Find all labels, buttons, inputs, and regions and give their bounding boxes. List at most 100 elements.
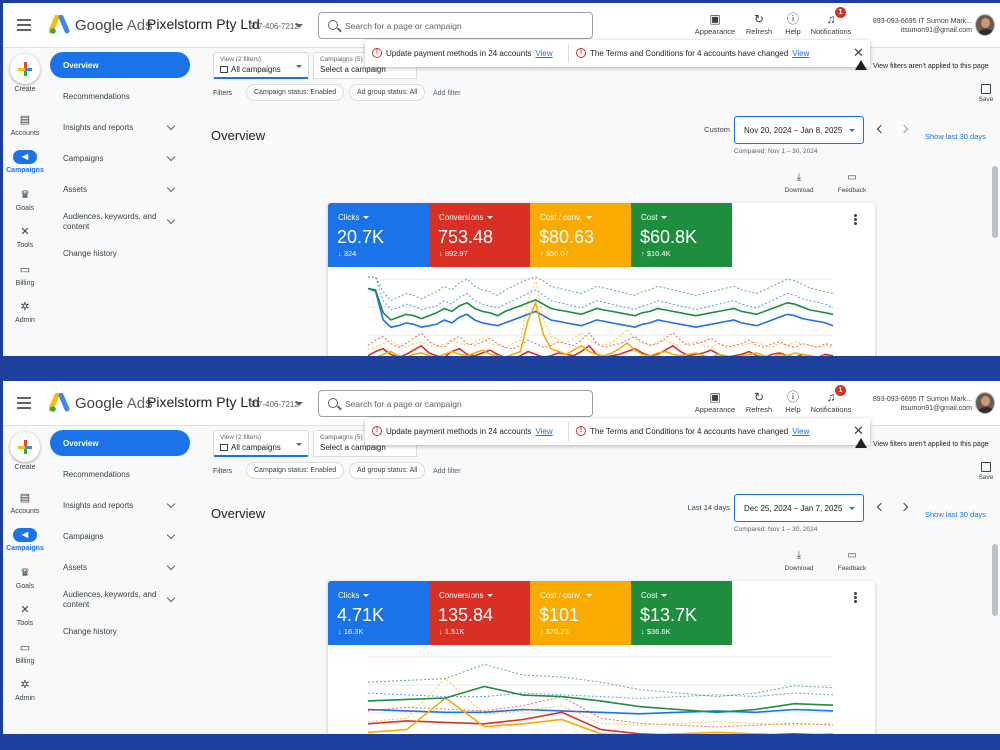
nav-item-assets[interactable]: Assets [50,554,190,580]
avatar[interactable] [975,392,995,414]
rail-item-accounts[interactable]: ▤ Accounts [3,113,47,137]
metric-tile-cost[interactable]: Cost $60.8K ↑ $10.4K [631,203,732,267]
rail-item-campaigns[interactable]: ◄ Campaigns [3,528,47,552]
date-range-picker[interactable]: Nov 20, 2024 – Jan 8, 2025 [734,116,864,144]
account-id[interactable]: 507-406-7212 [249,400,299,409]
save-button[interactable]: Save [976,84,996,103]
appearance-icon: ▣ [709,12,721,26]
download-button[interactable]: ⤓ Download [779,172,819,194]
view-filter-dropdown[interactable]: View (2 filters) All campaigns [213,430,309,457]
rail-item-tools[interactable]: ✕ Tools [3,225,47,249]
nav-item-insights[interactable]: Insights and reports [50,114,190,140]
menu-icon[interactable] [17,19,31,31]
nav-item-change-history[interactable]: Change history [50,240,190,266]
scrollbar[interactable] [992,166,998,238]
series-line-conversions [367,711,821,734]
account-chevron-down-icon[interactable] [295,24,303,28]
rail-item-billing[interactable]: ▭ Billing [3,641,47,665]
account-name[interactable]: Pixelstorm Pty Ltd [147,394,260,410]
view-payment-link[interactable]: View [535,49,552,58]
metric-tile-clicks[interactable]: Clicks 20.7K ↓ 324 [328,203,429,267]
chevron-down-icon [166,530,176,540]
close-icon[interactable]: ✕ [853,424,864,437]
more-options-icon[interactable] [854,218,857,221]
filter-chip-ad-group-status[interactable]: Ad group status: All [349,84,426,101]
nav-item-audiences[interactable]: Audiences, keywords, and content [50,208,190,236]
main-content: View (2 filters) All campaigns Campaigns… [203,418,1000,734]
save-button[interactable]: Save [976,462,996,481]
show-last-30-days-link[interactable]: Show last 30 days [925,510,986,519]
filter-chip-campaign-status[interactable]: Campaign status: Enabled [246,84,345,101]
show-last-30-days-link[interactable]: Show last 30 days [925,132,986,141]
chevron-down-icon [166,593,176,603]
user-info[interactable]: 893-093-6695 IT Sumon Mark... itsumon91@… [858,395,972,413]
metric-tile-conversions[interactable]: Conversions 753.48 ↓ 892.97 [429,203,530,267]
view-payment-link[interactable]: View [535,427,552,436]
rail-item-campaigns[interactable]: ◄ Campaigns [3,150,47,174]
nav-item-insights[interactable]: Insights and reports [50,492,190,518]
rail-item-goals[interactable]: ♛ Goals [3,188,47,212]
metric-tile-clicks[interactable]: Clicks 4.71K ↓ 16.3K [328,581,429,645]
next-period-icon[interactable] [899,502,909,512]
search-input[interactable]: Search for a page or campaign [318,12,593,39]
feedback-icon: ▭ [847,172,857,183]
rail-item-billing[interactable]: ▭ Billing [3,263,47,287]
next-period-icon[interactable] [899,124,909,134]
date-range-label: Custom [704,125,730,134]
create-button[interactable] [10,54,40,84]
previous-period-icon[interactable] [876,124,886,134]
nav-item-campaigns[interactable]: Campaigns [50,145,190,171]
filter-chip-campaign-status[interactable]: Campaign status: Enabled [246,462,345,479]
metric-tile-cost[interactable]: Cost $13.7K ↓ $36.6K [631,581,732,645]
notifications-button[interactable]: ♫ 1 Notifications [809,385,853,414]
scrollbar[interactable] [992,544,998,616]
date-range-picker[interactable]: Dec 25, 2024 – Jan 7, 2025 [734,494,864,522]
rail-item-admin[interactable]: ✲ Admin [3,300,47,324]
more-options-icon[interactable] [854,596,857,599]
rail-item-goals[interactable]: ♛ Goals [3,566,47,590]
nav-item-audiences[interactable]: Audiences, keywords, and content [50,586,190,614]
chevron-down-icon [166,215,176,225]
avatar[interactable] [975,14,995,36]
nav-item-overview[interactable]: Overview [50,430,190,456]
download-button[interactable]: ⤓ Download [779,550,819,572]
appearance-button[interactable]: ▣ Appearance [693,389,737,414]
alert-icon: ! [372,48,382,58]
user-info[interactable]: 893-093-6695 IT Sumon Mark... itsumon91@… [858,17,972,35]
nav-item-campaigns[interactable]: Campaigns [50,523,190,549]
feedback-button[interactable]: ▭ Feedback [832,172,872,194]
filter-chip-ad-group-status[interactable]: Ad group status: All [349,462,426,479]
view-terms-link[interactable]: View [792,49,809,58]
search-input[interactable]: Search for a page or campaign [318,390,593,417]
create-button[interactable] [10,432,40,462]
close-icon[interactable]: ✕ [853,46,864,59]
comparison-line-cost-conv- [367,677,834,726]
rail-item-tools[interactable]: ✕ Tools [3,603,47,627]
nav-item-assets[interactable]: Assets [50,176,190,202]
accounts-icon: ▤ [19,492,31,504]
view-filter-dropdown[interactable]: View (2 filters) All campaigns [213,52,309,79]
comparison-line-cost-conv- [367,277,834,350]
appearance-icon: ▣ [709,390,721,404]
nav-item-overview[interactable]: Overview [50,52,190,78]
notifications-button[interactable]: ♫ 1 Notifications [809,7,853,36]
appearance-button[interactable]: ▣ Appearance [693,11,737,36]
account-id[interactable]: 507-406-7212 [249,22,299,31]
rail-item-admin[interactable]: ✲ Admin [3,678,47,702]
view-terms-link[interactable]: View [792,427,809,436]
nav-item-recommendations[interactable]: Recommendations [50,83,190,109]
nav-item-change-history[interactable]: Change history [50,618,190,644]
metric-tile-conversions[interactable]: Conversions 135.84 ↓ 1.51K [429,581,530,645]
metric-tile-cost-per-conv[interactable]: Cost / conv. $80.63 ↑ $50.07 [530,203,631,267]
screenshot-panel-top: Google Ads Pixelstorm Pty Ltd 507-406-72… [3,3,1000,356]
add-filter-button[interactable]: Add filter [433,468,461,475]
account-name[interactable]: Pixelstorm Pty Ltd [147,16,260,32]
previous-period-icon[interactable] [876,502,886,512]
add-filter-button[interactable]: Add filter [433,90,461,97]
account-chevron-down-icon[interactable] [295,402,303,406]
metric-tile-cost-per-conv[interactable]: Cost / conv. $101 ↑ $70.23 [530,581,631,645]
menu-icon[interactable] [17,397,31,409]
feedback-button[interactable]: ▭ Feedback [832,550,872,572]
rail-item-accounts[interactable]: ▤ Accounts [3,491,47,515]
nav-item-recommendations[interactable]: Recommendations [50,461,190,487]
